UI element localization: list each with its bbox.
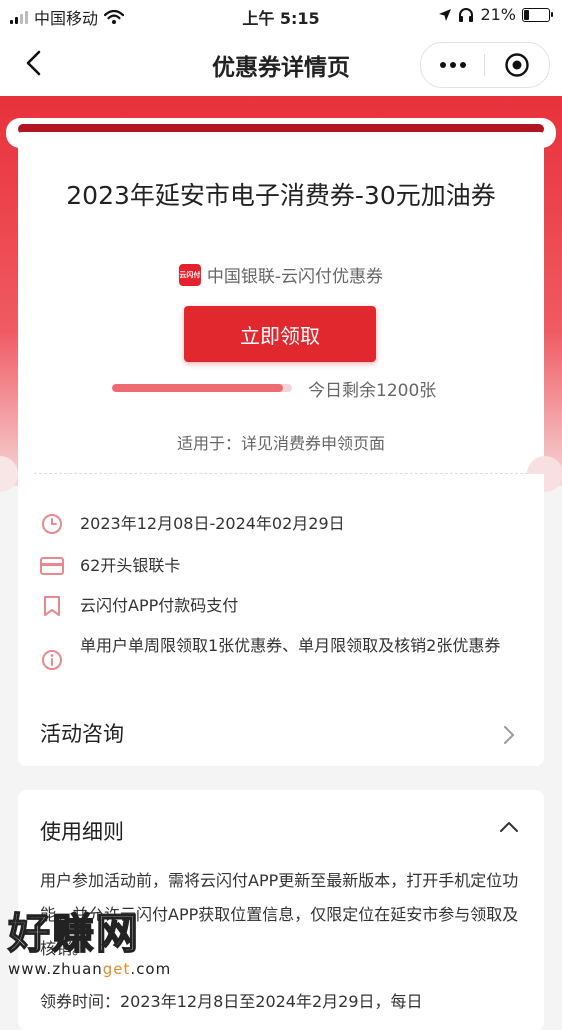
- mini-program-capsule: [420, 42, 550, 88]
- battery-percent: 21%: [480, 5, 516, 24]
- card-text: 62开头银联卡: [80, 556, 181, 575]
- info-icon: [40, 646, 64, 673]
- info-row-payment: 云闪付APP付款码支付: [40, 592, 520, 619]
- status-right: 21%: [438, 5, 553, 24]
- payment-text: 云闪付APP付款码支付: [80, 596, 239, 615]
- remaining-count: 今日剩余1200张: [308, 381, 437, 401]
- status-bar: 中国移动 上午 5:15 21%: [0, 0, 562, 32]
- watermark-brand: 好赚网: [7, 909, 141, 959]
- unionpay-logo-icon: 云闪付: [178, 263, 201, 286]
- activity-consult-link[interactable]: 活动咨询: [40, 718, 124, 748]
- info-row-validity: 2023年12月08日-2024年02月29日: [40, 510, 520, 537]
- location-arrow-icon: [439, 8, 452, 21]
- coupon-issuer: 云闪付 中国银联-云闪付优惠券: [18, 262, 544, 287]
- issuer-label: 中国银联-云闪付优惠券: [206, 267, 384, 287]
- info-row-limit: 单用户单周限领取1张优惠券、单月限领取及核销2张优惠券: [40, 632, 520, 673]
- battery-icon: [522, 7, 553, 22]
- limit-text: 单用户单周限领取1张优惠券、单月限领取及核销2张优惠券: [80, 636, 501, 655]
- coupon-card: 2023年延安市电子消费券-30元加油券 云闪付 中国银联-云闪付优惠券 立即领…: [18, 132, 544, 474]
- clock-icon: [40, 510, 64, 537]
- coupon-info-card: 2023年12月08日-2024年02月29日 62开头银联卡 云闪付APP付款…: [18, 474, 544, 766]
- info-row-card: 62开头银联卡: [40, 552, 520, 579]
- applicable-text: 适用于：详见消费券申领页面: [176, 434, 385, 453]
- card-icon: [40, 552, 64, 579]
- coupon-title: 2023年延安市电子消费券-30元加油券: [66, 181, 496, 210]
- stock-progress-fill: [112, 384, 283, 392]
- rules-title[interactable]: 使用细则: [40, 816, 124, 846]
- headphones-icon: [459, 7, 474, 22]
- chevron-up-icon[interactable]: [498, 818, 520, 836]
- target-close-icon[interactable]: [485, 43, 549, 87]
- chevron-right-icon[interactable]: [500, 724, 518, 746]
- stock-progress-bar: [112, 384, 292, 392]
- watermark-url: www.zhuanget.com: [8, 960, 172, 978]
- validity-text: 2023年12月08日-2024年02月29日: [80, 514, 345, 533]
- claim-button[interactable]: 立即领取: [184, 306, 376, 362]
- more-dots-icon[interactable]: [421, 43, 485, 87]
- watermark: 好赚网 www.zhuanget.com: [7, 909, 188, 992]
- nav-bar: 优惠券详情页: [0, 32, 562, 96]
- bookmark-icon: [40, 592, 64, 619]
- ticket-divider: [34, 473, 528, 474]
